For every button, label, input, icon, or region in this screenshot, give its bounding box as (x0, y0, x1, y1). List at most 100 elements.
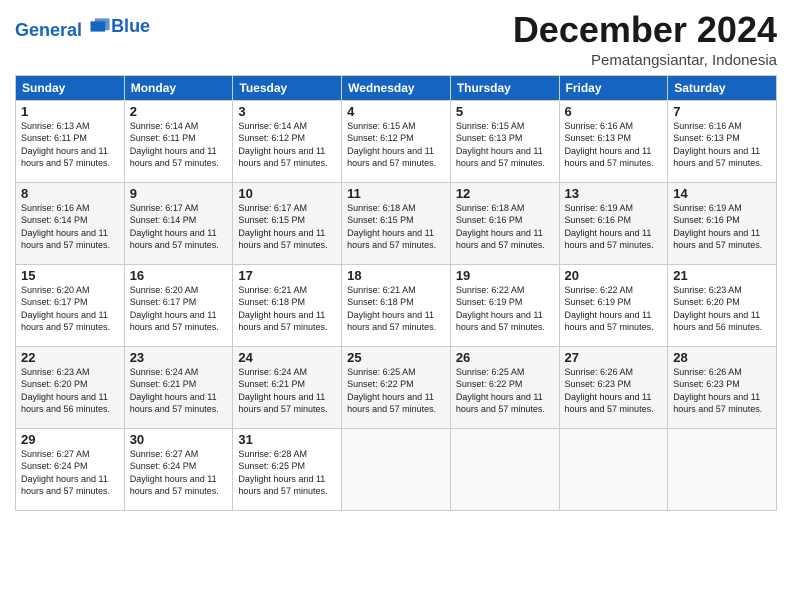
day-info: Sunrise: 6:26 AM Sunset: 6:23 PM Dayligh… (673, 366, 771, 416)
col-header-tuesday: Tuesday (233, 75, 342, 100)
day-number: 31 (238, 432, 336, 447)
day-cell: 30 Sunrise: 6:27 AM Sunset: 6:24 PM Dayl… (124, 428, 233, 510)
day-cell: 26 Sunrise: 6:25 AM Sunset: 6:22 PM Dayl… (450, 346, 559, 428)
day-info: Sunrise: 6:17 AM Sunset: 6:15 PM Dayligh… (238, 202, 336, 252)
day-number: 8 (21, 186, 119, 201)
day-number: 30 (130, 432, 228, 447)
day-info: Sunrise: 6:14 AM Sunset: 6:11 PM Dayligh… (130, 120, 228, 170)
day-number: 28 (673, 350, 771, 365)
day-info: Sunrise: 6:25 AM Sunset: 6:22 PM Dayligh… (347, 366, 445, 416)
day-number: 2 (130, 104, 228, 119)
day-info: Sunrise: 6:22 AM Sunset: 6:19 PM Dayligh… (565, 284, 663, 334)
week-row-2: 8 Sunrise: 6:16 AM Sunset: 6:14 PM Dayli… (16, 182, 777, 264)
day-cell: 28 Sunrise: 6:26 AM Sunset: 6:23 PM Dayl… (668, 346, 777, 428)
day-cell: 14 Sunrise: 6:19 AM Sunset: 6:16 PM Dayl… (668, 182, 777, 264)
day-cell: 1 Sunrise: 6:13 AM Sunset: 6:11 PM Dayli… (16, 100, 125, 182)
day-cell: 2 Sunrise: 6:14 AM Sunset: 6:11 PM Dayli… (124, 100, 233, 182)
day-cell: 27 Sunrise: 6:26 AM Sunset: 6:23 PM Dayl… (559, 346, 668, 428)
header: General Blue December 2024 Pematangsiant… (15, 10, 777, 69)
day-number: 24 (238, 350, 336, 365)
day-number: 5 (456, 104, 554, 119)
day-info: Sunrise: 6:16 AM Sunset: 6:14 PM Dayligh… (21, 202, 119, 252)
col-header-wednesday: Wednesday (342, 75, 451, 100)
day-cell: 9 Sunrise: 6:17 AM Sunset: 6:14 PM Dayli… (124, 182, 233, 264)
day-info: Sunrise: 6:15 AM Sunset: 6:12 PM Dayligh… (347, 120, 445, 170)
day-cell: 29 Sunrise: 6:27 AM Sunset: 6:24 PM Dayl… (16, 428, 125, 510)
day-cell: 23 Sunrise: 6:24 AM Sunset: 6:21 PM Dayl… (124, 346, 233, 428)
day-info: Sunrise: 6:19 AM Sunset: 6:16 PM Dayligh… (673, 202, 771, 252)
subtitle: Pematangsiantar, Indonesia (513, 52, 777, 69)
day-info: Sunrise: 6:27 AM Sunset: 6:24 PM Dayligh… (21, 448, 119, 498)
day-number: 9 (130, 186, 228, 201)
day-cell: 12 Sunrise: 6:18 AM Sunset: 6:16 PM Dayl… (450, 182, 559, 264)
day-number: 6 (565, 104, 663, 119)
day-cell: 21 Sunrise: 6:23 AM Sunset: 6:20 PM Dayl… (668, 264, 777, 346)
day-cell (450, 428, 559, 510)
day-cell: 25 Sunrise: 6:25 AM Sunset: 6:22 PM Dayl… (342, 346, 451, 428)
day-number: 3 (238, 104, 336, 119)
col-header-monday: Monday (124, 75, 233, 100)
day-info: Sunrise: 6:22 AM Sunset: 6:19 PM Dayligh… (456, 284, 554, 334)
calendar: SundayMondayTuesdayWednesdayThursdayFrid… (15, 75, 777, 511)
day-info: Sunrise: 6:16 AM Sunset: 6:13 PM Dayligh… (565, 120, 663, 170)
day-cell: 19 Sunrise: 6:22 AM Sunset: 6:19 PM Dayl… (450, 264, 559, 346)
day-number: 19 (456, 268, 554, 283)
calendar-header-row: SundayMondayTuesdayWednesdayThursdayFrid… (16, 75, 777, 100)
day-number: 15 (21, 268, 119, 283)
day-cell: 8 Sunrise: 6:16 AM Sunset: 6:14 PM Dayli… (16, 182, 125, 264)
logo: General Blue (15, 14, 150, 41)
col-header-thursday: Thursday (450, 75, 559, 100)
day-cell: 7 Sunrise: 6:16 AM Sunset: 6:13 PM Dayli… (668, 100, 777, 182)
day-info: Sunrise: 6:21 AM Sunset: 6:18 PM Dayligh… (347, 284, 445, 334)
day-info: Sunrise: 6:15 AM Sunset: 6:13 PM Dayligh… (456, 120, 554, 170)
day-cell: 16 Sunrise: 6:20 AM Sunset: 6:17 PM Dayl… (124, 264, 233, 346)
day-info: Sunrise: 6:27 AM Sunset: 6:24 PM Dayligh… (130, 448, 228, 498)
day-number: 11 (347, 186, 445, 201)
day-info: Sunrise: 6:28 AM Sunset: 6:25 PM Dayligh… (238, 448, 336, 498)
week-row-4: 22 Sunrise: 6:23 AM Sunset: 6:20 PM Dayl… (16, 346, 777, 428)
day-info: Sunrise: 6:23 AM Sunset: 6:20 PM Dayligh… (673, 284, 771, 334)
day-info: Sunrise: 6:20 AM Sunset: 6:17 PM Dayligh… (21, 284, 119, 334)
day-cell: 17 Sunrise: 6:21 AM Sunset: 6:18 PM Dayl… (233, 264, 342, 346)
day-number: 29 (21, 432, 119, 447)
logo-text: General (15, 14, 111, 41)
day-info: Sunrise: 6:26 AM Sunset: 6:23 PM Dayligh… (565, 366, 663, 416)
day-number: 18 (347, 268, 445, 283)
day-cell: 6 Sunrise: 6:16 AM Sunset: 6:13 PM Dayli… (559, 100, 668, 182)
day-number: 17 (238, 268, 336, 283)
col-header-sunday: Sunday (16, 75, 125, 100)
day-info: Sunrise: 6:14 AM Sunset: 6:12 PM Dayligh… (238, 120, 336, 170)
day-number: 16 (130, 268, 228, 283)
day-number: 13 (565, 186, 663, 201)
col-header-friday: Friday (559, 75, 668, 100)
day-info: Sunrise: 6:19 AM Sunset: 6:16 PM Dayligh… (565, 202, 663, 252)
page: General Blue December 2024 Pematangsiant… (0, 0, 792, 612)
day-info: Sunrise: 6:23 AM Sunset: 6:20 PM Dayligh… (21, 366, 119, 416)
day-info: Sunrise: 6:13 AM Sunset: 6:11 PM Dayligh… (21, 120, 119, 170)
day-cell: 20 Sunrise: 6:22 AM Sunset: 6:19 PM Dayl… (559, 264, 668, 346)
day-cell (559, 428, 668, 510)
day-cell: 3 Sunrise: 6:14 AM Sunset: 6:12 PM Dayli… (233, 100, 342, 182)
day-cell: 11 Sunrise: 6:18 AM Sunset: 6:15 PM Dayl… (342, 182, 451, 264)
day-cell: 10 Sunrise: 6:17 AM Sunset: 6:15 PM Dayl… (233, 182, 342, 264)
day-number: 12 (456, 186, 554, 201)
day-cell: 18 Sunrise: 6:21 AM Sunset: 6:18 PM Dayl… (342, 264, 451, 346)
day-number: 21 (673, 268, 771, 283)
day-info: Sunrise: 6:18 AM Sunset: 6:15 PM Dayligh… (347, 202, 445, 252)
col-header-saturday: Saturday (668, 75, 777, 100)
day-cell: 5 Sunrise: 6:15 AM Sunset: 6:13 PM Dayli… (450, 100, 559, 182)
day-info: Sunrise: 6:17 AM Sunset: 6:14 PM Dayligh… (130, 202, 228, 252)
day-info: Sunrise: 6:20 AM Sunset: 6:17 PM Dayligh… (130, 284, 228, 334)
month-title: December 2024 (513, 10, 777, 50)
day-number: 27 (565, 350, 663, 365)
day-number: 1 (21, 104, 119, 119)
day-number: 20 (565, 268, 663, 283)
day-info: Sunrise: 6:18 AM Sunset: 6:16 PM Dayligh… (456, 202, 554, 252)
logo-icon (89, 14, 111, 36)
day-number: 4 (347, 104, 445, 119)
day-number: 14 (673, 186, 771, 201)
week-row-5: 29 Sunrise: 6:27 AM Sunset: 6:24 PM Dayl… (16, 428, 777, 510)
day-cell: 22 Sunrise: 6:23 AM Sunset: 6:20 PM Dayl… (16, 346, 125, 428)
day-cell: 24 Sunrise: 6:24 AM Sunset: 6:21 PM Dayl… (233, 346, 342, 428)
day-info: Sunrise: 6:24 AM Sunset: 6:21 PM Dayligh… (130, 366, 228, 416)
